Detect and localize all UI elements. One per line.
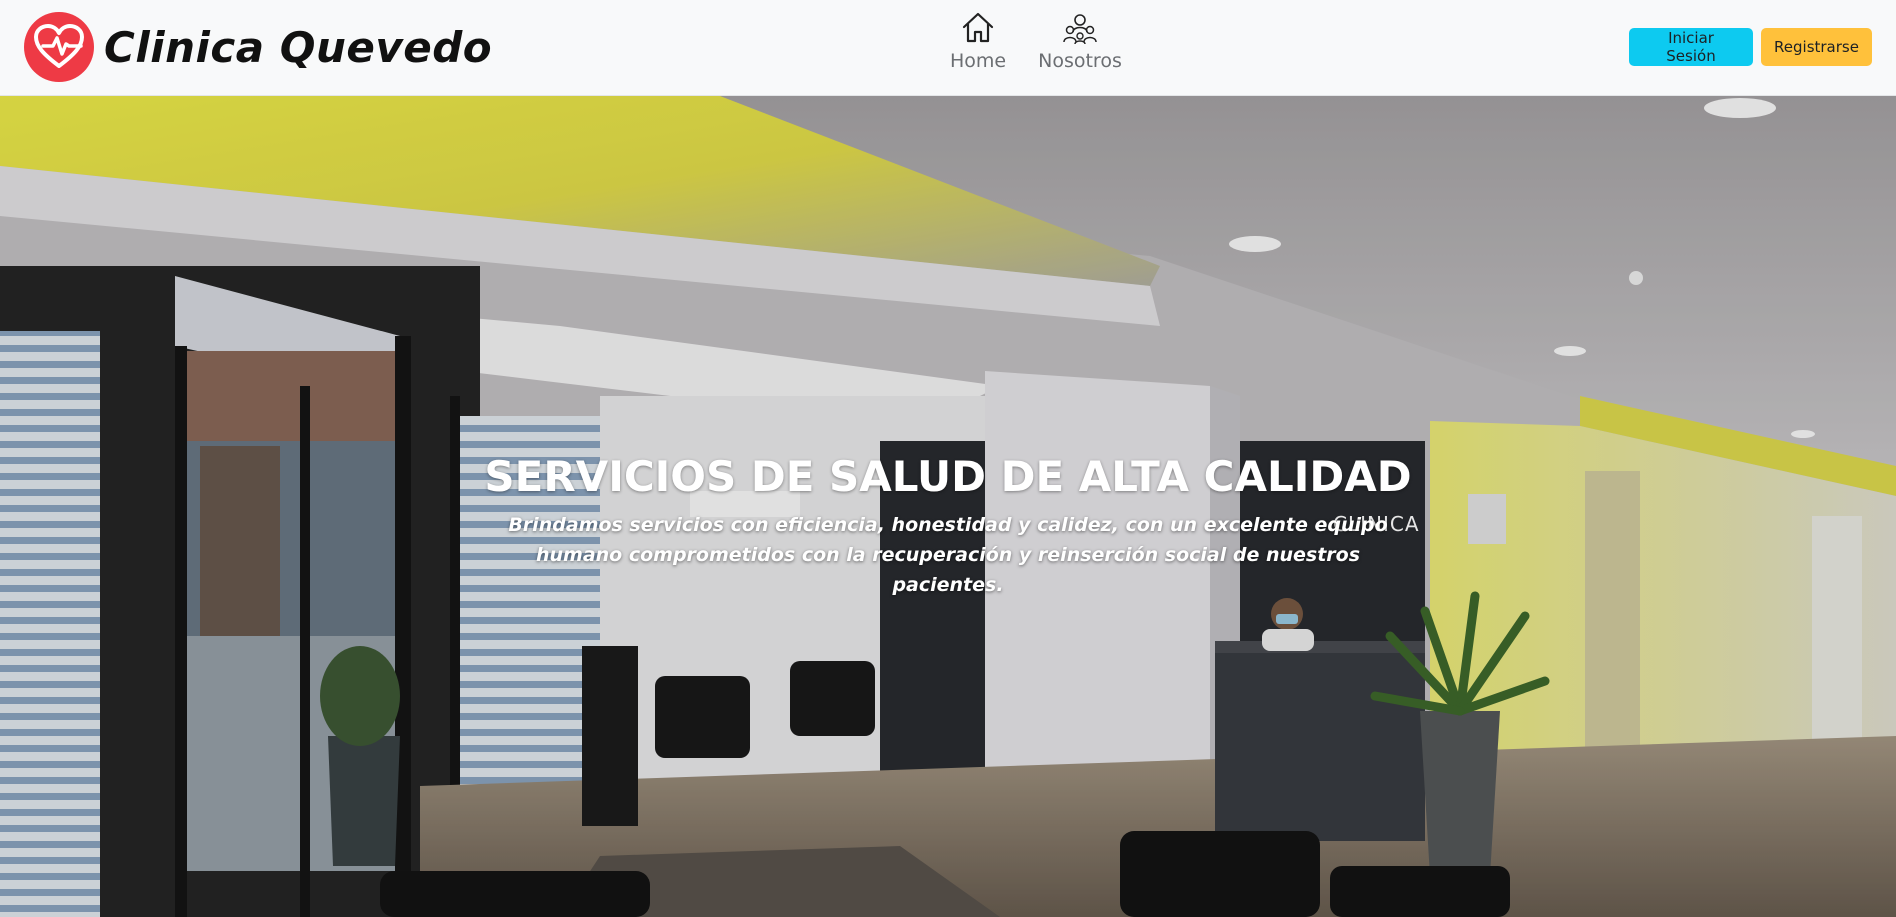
hero-section: CLINICA SERVICIOS DE SALUD DE ALTA CALID… (0, 96, 1896, 917)
brand-link[interactable]: Clinica Quevedo (24, 12, 492, 82)
house-icon (962, 12, 994, 43)
brand-name: Clinica Quevedo (104, 22, 493, 72)
nav-item-nosotros[interactable]: Nosotros (1038, 10, 1122, 72)
hero-title: SERVICIOS DE SALUD DE ALTA CALIDAD (484, 452, 1412, 501)
people-icon (1063, 14, 1097, 45)
hero-subtitle: Brindamos servicios con eficiencia, hone… (508, 514, 1388, 596)
nav-item-nosotros-label: Nosotros (1038, 50, 1122, 72)
register-button[interactable]: Registrarse (1761, 28, 1872, 66)
main-nav: Home Nosotros (950, 10, 1122, 72)
nav-item-home-label: Home (950, 50, 1007, 72)
clinic-lobby-image (0, 96, 1896, 917)
login-button[interactable]: Iniciar Sesión (1629, 28, 1753, 66)
heart-pulse-icon (24, 12, 94, 82)
navbar: Clinica Quevedo Home Nosotros Iniciar Se… (0, 0, 1896, 96)
nav-item-home[interactable]: Home (950, 10, 1006, 72)
